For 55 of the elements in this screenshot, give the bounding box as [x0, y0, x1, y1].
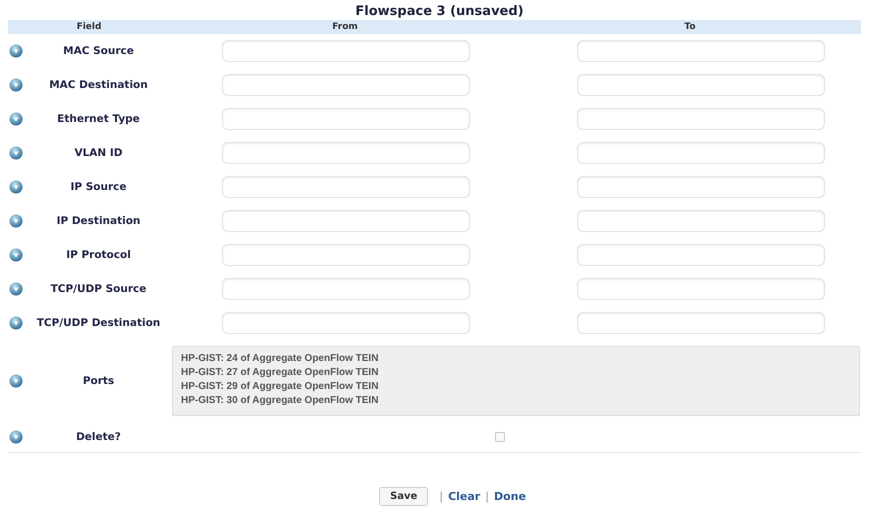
- column-header: Field: [76, 22, 102, 32]
- from-field[interactable]: [222, 40, 470, 62]
- to-field[interactable]: [577, 244, 825, 266]
- help-icon[interactable]: [9, 78, 23, 92]
- field-label: Ethernet Type: [56, 112, 141, 126]
- action-link[interactable]: Done: [494, 490, 526, 503]
- to-field[interactable]: [577, 278, 825, 300]
- help-icon[interactable]: [9, 146, 23, 160]
- to-field[interactable]: [577, 40, 825, 62]
- from-field[interactable]: [222, 176, 470, 198]
- port-option[interactable]: HP-GIST: 30 of Aggregate OpenFlow TEIN: [181, 394, 851, 408]
- field-label: IP Protocol: [65, 248, 132, 262]
- form-title: Flowspace 3 (unsaved): [354, 3, 525, 20]
- separator: |: [439, 490, 444, 503]
- from-field[interactable]: [222, 312, 470, 334]
- help-icon[interactable]: [9, 282, 23, 296]
- help-icon[interactable]: [9, 44, 23, 58]
- from-field[interactable]: [222, 210, 470, 232]
- help-icon[interactable]: [9, 374, 23, 388]
- from-field[interactable]: [222, 278, 470, 300]
- help-icon[interactable]: [9, 316, 23, 330]
- from-field[interactable]: [222, 108, 470, 130]
- from-field[interactable]: [222, 142, 470, 164]
- help-icon[interactable]: [9, 214, 23, 228]
- field-label: IP Source: [69, 180, 128, 194]
- field-label: Ports: [82, 374, 116, 388]
- to-field[interactable]: [577, 210, 825, 232]
- separator: |: [485, 490, 489, 503]
- from-field[interactable]: [222, 244, 470, 266]
- from-field[interactable]: [222, 74, 470, 96]
- action-link[interactable]: Clear: [448, 490, 480, 503]
- help-icon[interactable]: [9, 112, 23, 126]
- field-label: VLAN ID: [73, 146, 124, 160]
- to-field[interactable]: [577, 74, 825, 96]
- ports-listbox[interactable]: HP-GIST: 24 of Aggregate OpenFlow TEIN HP-GIST: 27 of Aggregate OpenFlow TEIN HP-GIST: 29 of Aggregate OpenFlow TEIN HP-GIST: 30 of Aggregate OpenFlow TEIN: [172, 346, 860, 416]
- port-option[interactable]: HP-GIST: 27 of Aggregate OpenFlow TEIN: [181, 366, 851, 380]
- field-label: TCP/UDP Source: [50, 282, 148, 296]
- field-label: MAC Destination: [48, 78, 149, 92]
- field-label: MAC Source: [62, 44, 135, 58]
- port-option[interactable]: HP-GIST: 29 of Aggregate OpenFlow TEIN: [181, 380, 851, 394]
- help-icon[interactable]: [9, 248, 23, 262]
- to-field[interactable]: [577, 108, 825, 130]
- delete-checkbox[interactable]: [495, 432, 505, 442]
- port-option[interactable]: HP-GIST: 24 of Aggregate OpenFlow TEIN: [181, 352, 851, 366]
- help-icon[interactable]: [9, 180, 23, 194]
- to-field[interactable]: [577, 142, 825, 164]
- to-field[interactable]: [577, 176, 825, 198]
- field-label: Delete?: [75, 430, 122, 444]
- to-field[interactable]: [577, 312, 825, 334]
- column-header: From: [331, 22, 359, 32]
- column-header: To: [683, 22, 697, 32]
- save-button[interactable]: Save: [379, 487, 428, 506]
- field-label: IP Destination: [56, 214, 142, 228]
- help-icon[interactable]: [9, 430, 23, 444]
- field-label: TCP/UDP Destination: [36, 316, 162, 330]
